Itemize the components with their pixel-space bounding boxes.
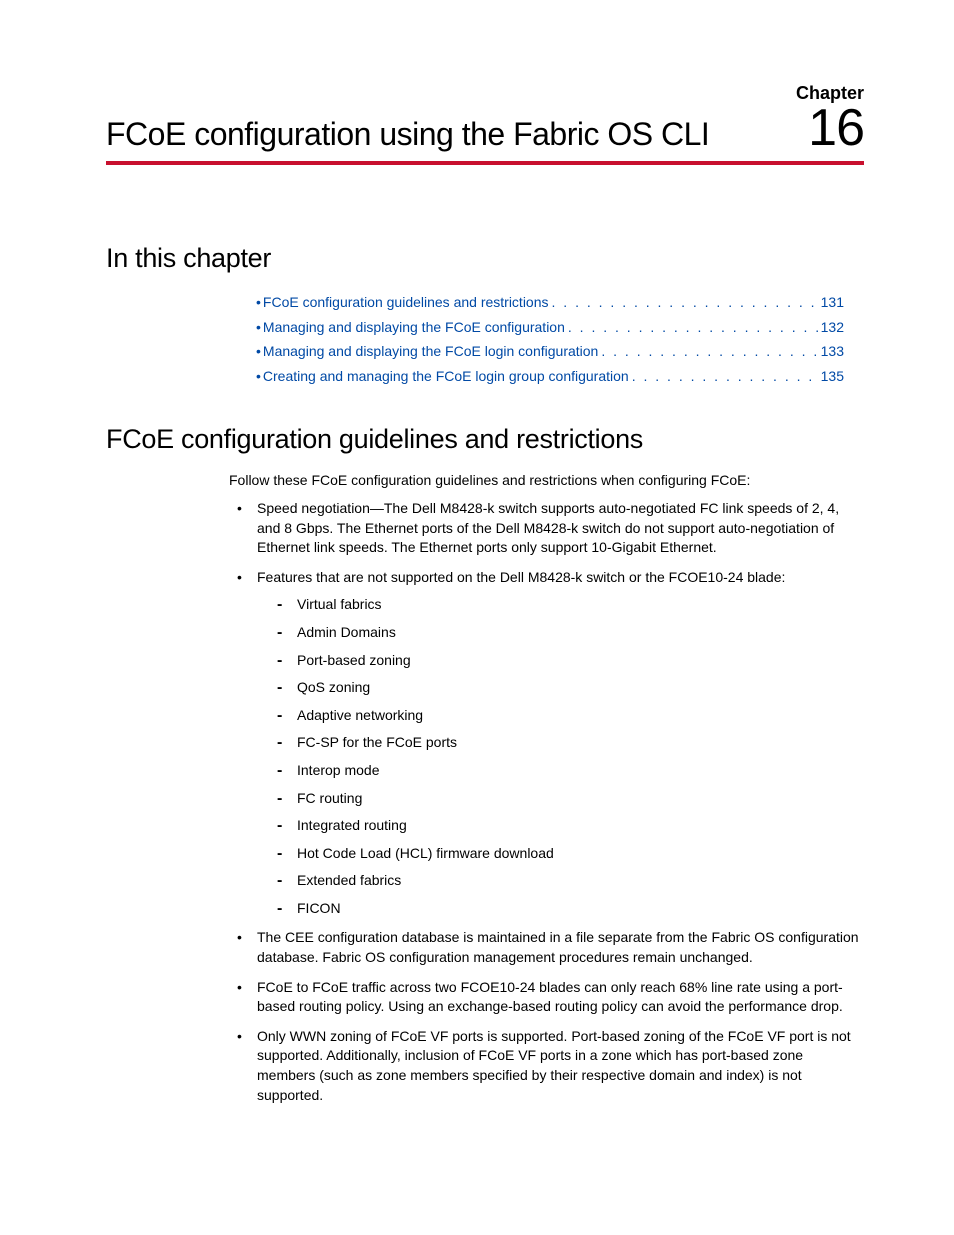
- chapter-title: FCoE configuration using the Fabric OS C…: [106, 116, 709, 153]
- list-item: Virtual fabrics: [257, 595, 864, 615]
- toc-bullet: •: [256, 315, 261, 340]
- toc-row[interactable]: • FCoE configuration guidelines and rest…: [256, 290, 844, 315]
- toc-page[interactable]: 133: [821, 339, 844, 364]
- toc-link[interactable]: Creating and managing the FCoE login gro…: [263, 364, 629, 389]
- toc-leader: [549, 290, 821, 315]
- list-item: Features that are not supported on the D…: [229, 568, 864, 919]
- list-item: Adaptive networking: [257, 706, 864, 726]
- title-row: FCoE configuration using the Fabric OS C…: [106, 104, 864, 165]
- section-heading-guidelines: FCoE configuration guidelines and restri…: [106, 424, 864, 455]
- toc-row[interactable]: • Creating and managing the FCoE login g…: [256, 364, 844, 389]
- list-item-text: Features that are not supported on the D…: [257, 569, 785, 585]
- intro-paragraph: Follow these FCoE configuration guidelin…: [229, 471, 864, 491]
- section-heading-in-this-chapter: In this chapter: [106, 243, 864, 274]
- list-item: QoS zoning: [257, 678, 864, 698]
- list-item: FC-SP for the FCoE ports: [257, 733, 864, 753]
- chapter-label: Chapter: [106, 84, 864, 102]
- list-item: Speed negotiation—The Dell M8428-k switc…: [229, 499, 864, 558]
- toc-leader: [565, 315, 821, 340]
- list-item: The CEE configuration database is mainta…: [229, 928, 864, 967]
- list-item: Interop mode: [257, 761, 864, 781]
- toc-page[interactable]: 131: [821, 290, 844, 315]
- list-item: FC routing: [257, 789, 864, 809]
- list-item: FCoE to FCoE traffic across two FCOE10-2…: [229, 978, 864, 1017]
- list-item: Extended fabrics: [257, 871, 864, 891]
- chapter-number: 16: [808, 104, 864, 153]
- toc: • FCoE configuration guidelines and rest…: [256, 290, 844, 388]
- toc-bullet: •: [256, 290, 261, 315]
- toc-bullet: •: [256, 364, 261, 389]
- toc-page[interactable]: 132: [821, 315, 844, 340]
- list-item: Port-based zoning: [257, 651, 864, 671]
- page: Chapter FCoE configuration using the Fab…: [0, 0, 954, 1175]
- list-item: Hot Code Load (HCL) firmware download: [257, 844, 864, 864]
- toc-link[interactable]: FCoE configuration guidelines and restri…: [263, 290, 549, 315]
- list-item: FICON: [257, 899, 864, 919]
- list-item: Admin Domains: [257, 623, 864, 643]
- list-item: Integrated routing: [257, 816, 864, 836]
- toc-link[interactable]: Managing and displaying the FCoE configu…: [263, 315, 565, 340]
- bullet-list: Speed negotiation—The Dell M8428-k switc…: [229, 499, 864, 1105]
- toc-bullet: •: [256, 339, 261, 364]
- toc-page[interactable]: 135: [821, 364, 844, 389]
- sub-bullet-list: Virtual fabrics Admin Domains Port-based…: [257, 595, 864, 918]
- list-item: Only WWN zoning of FCoE VF ports is supp…: [229, 1027, 864, 1105]
- toc-link[interactable]: Managing and displaying the FCoE login c…: [263, 339, 598, 364]
- toc-leader: [598, 339, 820, 364]
- body-content: Follow these FCoE configuration guidelin…: [229, 471, 864, 1105]
- chapter-header: Chapter FCoE configuration using the Fab…: [106, 84, 864, 165]
- toc-row[interactable]: • Managing and displaying the FCoE confi…: [256, 315, 844, 340]
- toc-row[interactable]: • Managing and displaying the FCoE login…: [256, 339, 844, 364]
- toc-leader: [629, 364, 821, 389]
